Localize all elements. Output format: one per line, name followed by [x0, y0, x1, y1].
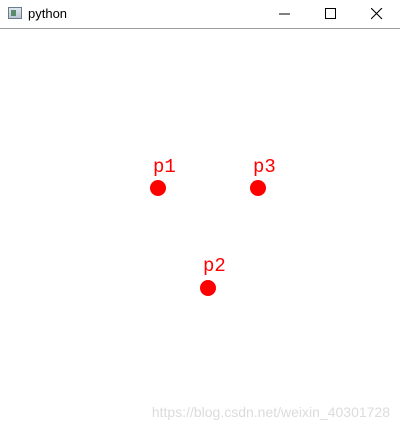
maximize-button[interactable] [308, 0, 354, 28]
maximize-icon [325, 8, 336, 19]
point-marker-p2 [200, 280, 216, 296]
minimize-icon [279, 13, 290, 15]
point-label-p1: p1 [153, 156, 176, 178]
python-window-icon [8, 7, 22, 19]
point-marker-p1 [150, 180, 166, 196]
close-icon [371, 8, 383, 20]
drawing-canvas[interactable]: p1 p3 p2 https://blog.csdn.net/weixin_40… [0, 29, 400, 430]
minimize-button[interactable] [262, 0, 308, 28]
title-bar[interactable]: python [0, 0, 400, 29]
watermark-text: https://blog.csdn.net/weixin_40301728 [151, 404, 390, 420]
window-title: python [28, 6, 68, 21]
point-label-p3: p3 [253, 156, 276, 178]
app-window: python p1 p3 p2 https://blog.csdn.net/we… [0, 0, 400, 430]
point-label-p2: p2 [203, 255, 226, 277]
point-marker-p3 [250, 180, 266, 196]
close-button[interactable] [354, 0, 400, 28]
